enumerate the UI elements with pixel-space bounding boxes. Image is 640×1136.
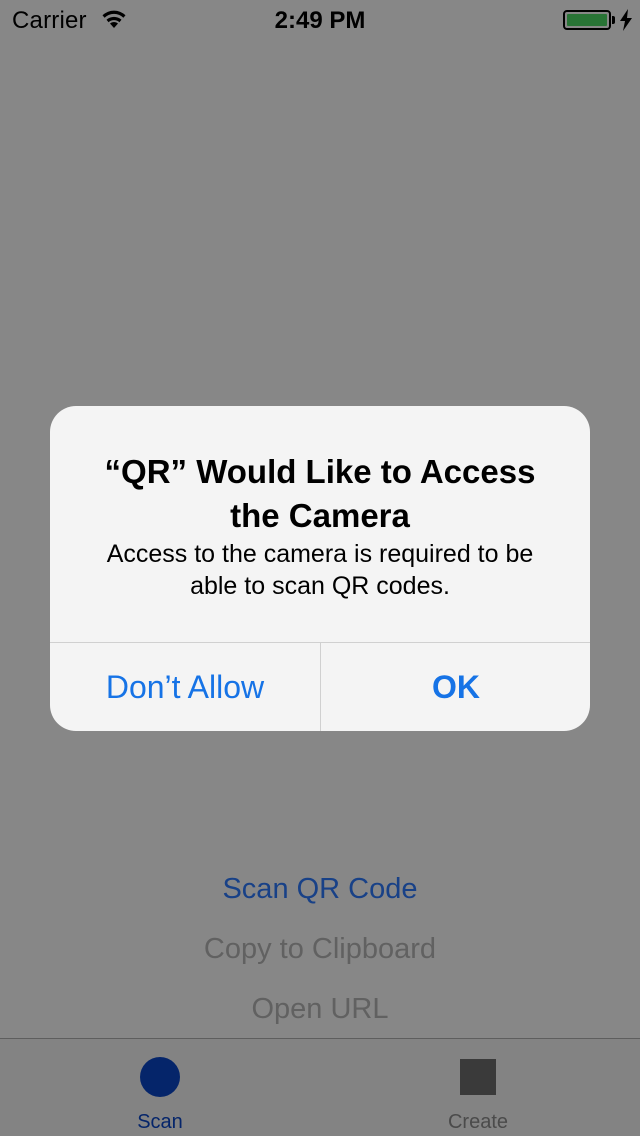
camera-permission-alert: “QR” Would Like to Access the Camera Acc… <box>50 406 590 731</box>
alert-message: Access to the camera is required to be a… <box>106 540 534 600</box>
ok-button[interactable]: OK <box>321 643 590 731</box>
dont-allow-button[interactable]: Don’t Allow <box>50 643 320 731</box>
app-screen: Carrier 2:49 PM Scan QR Code Copy to Cli… <box>0 0 640 1136</box>
alert-title: “QR” Would Like to Access the Camera <box>104 453 536 534</box>
